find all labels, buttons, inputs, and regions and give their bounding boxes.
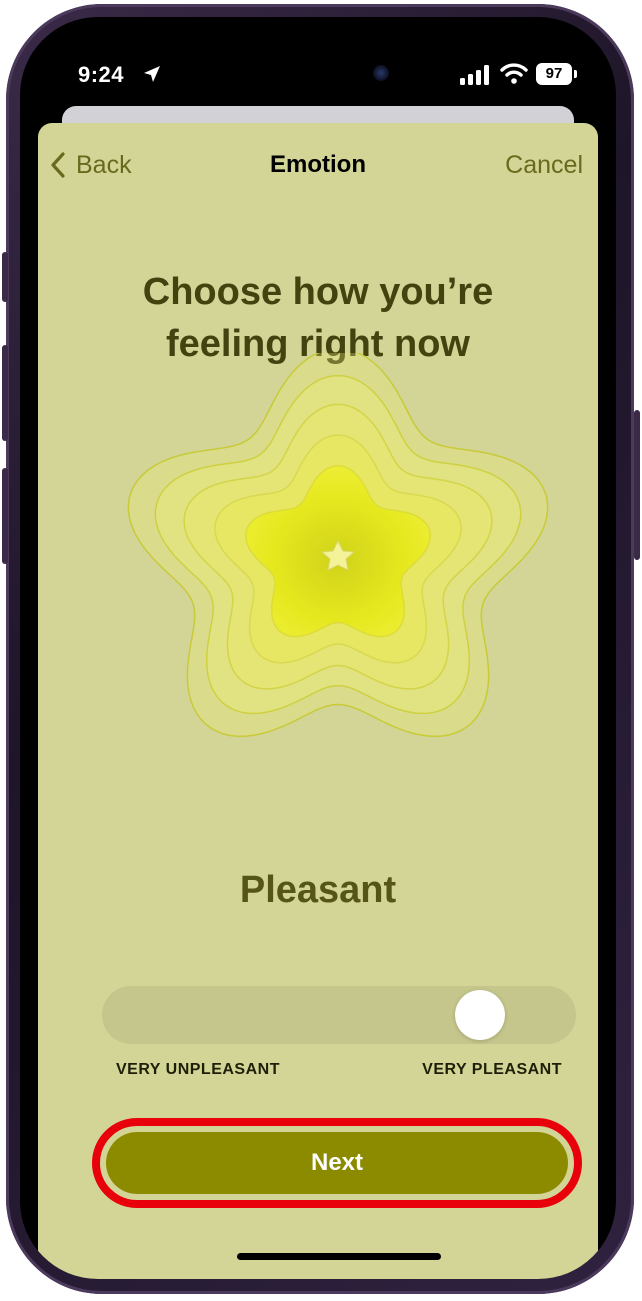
slider-max-label: VERY PLEASANT <box>422 1061 562 1078</box>
emotion-sheet: Back Emotion Cancel Choose how you’re fe… <box>38 123 598 1279</box>
pleasantness-slider[interactable] <box>102 986 576 1044</box>
action-button <box>2 252 8 302</box>
battery-indicator: 97 <box>536 63 572 85</box>
power-button <box>634 410 640 560</box>
cancel-button[interactable]: Cancel <box>505 151 583 180</box>
slider-min-label: VERY UNPLEASANT <box>116 1061 280 1078</box>
status-bar: 9:24 97 <box>20 17 616 117</box>
next-button[interactable]: Next <box>106 1132 568 1194</box>
emotion-flower-graphic <box>127 353 549 738</box>
front-camera <box>373 65 389 81</box>
location-arrow-icon <box>144 66 160 82</box>
battery-cap <box>574 70 577 78</box>
home-indicator <box>237 1253 441 1260</box>
screen: 9:24 97 Back Emotion Cancel Choose how y… <box>20 17 616 1279</box>
slider-thumb[interactable] <box>455 990 506 1040</box>
volume-up-button <box>2 345 8 441</box>
cellular-signal-icon <box>460 65 489 85</box>
status-time: 9:24 <box>78 62 125 87</box>
volume-down-button <box>2 468 8 564</box>
wifi-icon <box>500 63 528 84</box>
mood-label: Pleasant <box>239 869 397 911</box>
